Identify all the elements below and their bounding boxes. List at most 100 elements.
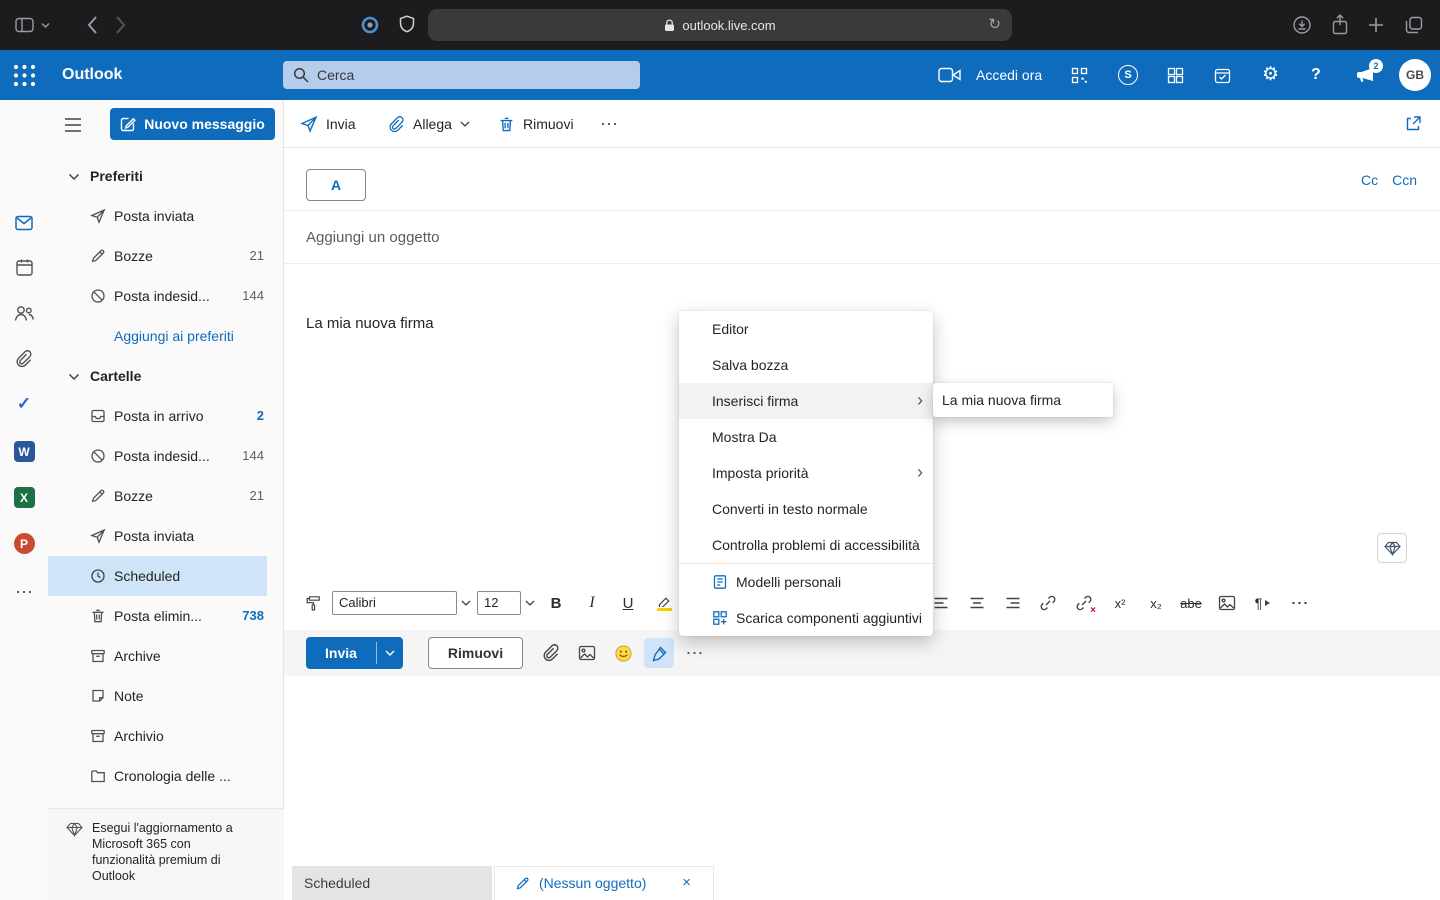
subject-row[interactable]: Aggiungi un oggetto <box>284 211 1440 264</box>
favorite-bozze[interactable]: Bozze 21 <box>48 236 284 276</box>
discard-button[interactable]: Rimuovi <box>498 100 574 148</box>
align-right-icon[interactable] <box>1001 585 1025 621</box>
discard-bottom-button[interactable]: Rimuovi <box>428 637 523 669</box>
send-split-button[interactable]: Invia <box>306 637 403 669</box>
excel-icon[interactable]: X <box>0 487 48 508</box>
attach-file-icon[interactable] <box>537 630 565 676</box>
bcc-button[interactable]: Ccn <box>1392 172 1417 188</box>
favorite-posta-indesiderata[interactable]: Posta indesid... 144 <box>48 276 284 316</box>
menu-item-modelli-personali[interactable]: Modelli personali <box>679 564 933 600</box>
more-commands-icon[interactable]: ⋯ <box>600 100 619 148</box>
favorite-posta-inviata[interactable]: Posta inviata <box>48 196 284 236</box>
menu-item-imposta-priorita[interactable]: Imposta priorità › <box>679 455 933 491</box>
format-painter-icon[interactable] <box>301 585 325 621</box>
font-name-select[interactable]: Calibri <box>332 591 457 615</box>
upgrade-banner[interactable]: Esegui l'aggiornamento a Microsoft 365 c… <box>48 808 284 900</box>
align-center-icon[interactable] <box>965 585 989 621</box>
insert-image-icon[interactable] <box>1215 585 1239 621</box>
send-button[interactable]: Invia <box>300 100 356 148</box>
folder-cronologia[interactable]: Cronologia delle ... <box>48 756 284 796</box>
submenu-item-la-mia-nuova-firma[interactable]: La mia nuova firma <box>933 383 1113 417</box>
group-cartelle[interactable]: Cartelle <box>48 356 284 396</box>
bold-button[interactable]: B <box>544 585 568 621</box>
address-bar[interactable]: outlook.live.com ↻ <box>428 9 1012 41</box>
superscript-button[interactable]: x² <box>1108 585 1132 621</box>
premium-gem-button[interactable] <box>1377 533 1407 563</box>
folder-archivio[interactable]: Archivio <box>48 716 284 756</box>
todo-icon[interactable]: ✓ <box>0 394 48 414</box>
attachments-icon[interactable] <box>0 350 48 368</box>
menu-item-converti-testo-normale[interactable]: Converti in testo normale <box>679 491 933 527</box>
recipients-row[interactable]: A Cc Ccn <box>284 148 1440 211</box>
close-tab-icon[interactable]: × <box>682 867 691 899</box>
menu-item-salva-bozza[interactable]: Salva bozza <box>679 347 933 383</box>
attach-button[interactable]: Allega <box>388 100 470 148</box>
menu-item-inserisci-firma[interactable]: Inserisci firma › <box>679 383 933 419</box>
reload-icon[interactable]: ↻ <box>988 9 1001 41</box>
to-button[interactable]: A <box>306 169 366 201</box>
remove-link-icon[interactable]: × <box>1072 585 1096 621</box>
insert-picture-icon[interactable] <box>573 630 601 676</box>
meet-now-icon[interactable] <box>938 67 961 83</box>
mail-icon[interactable] <box>0 213 48 233</box>
send-options-chevron-icon[interactable] <box>377 637 403 669</box>
back-icon[interactable] <box>86 15 98 35</box>
help-icon[interactable]: ? <box>1311 50 1321 100</box>
tab-nessun-oggetto[interactable]: (Nessun oggetto) × <box>494 866 714 900</box>
sidebar-toggle-icon[interactable] <box>15 17 34 33</box>
menu-item-controlla-accessibilita[interactable]: Controlla problemi di accessibilità <box>679 527 933 563</box>
skype-icon[interactable]: S <box>1118 65 1138 85</box>
calendar-check-icon[interactable] <box>1214 67 1231 84</box>
powerpoint-icon[interactable]: P <box>0 533 48 554</box>
settings-gear-icon[interactable]: ⚙ <box>1262 50 1279 100</box>
font-name-chevron-icon[interactable] <box>461 600 471 606</box>
forward-icon[interactable] <box>115 15 127 35</box>
more-apps-icon[interactable]: ⋯ <box>0 583 48 601</box>
insert-link-icon[interactable] <box>1036 585 1060 621</box>
folder-posta-in-arrivo[interactable]: Posta in arrivo 2 <box>48 396 284 436</box>
send-row-more-icon[interactable]: ⋯ <box>681 630 709 676</box>
highlighter-icon[interactable] <box>652 585 676 621</box>
popout-icon[interactable] <box>1404 100 1422 148</box>
tab-overview-icon[interactable] <box>1405 16 1423 34</box>
strikethrough-button[interactable]: abe <box>1179 585 1203 621</box>
folder-posta-inviata[interactable]: Posta inviata <box>48 516 284 556</box>
folder-scheduled[interactable]: Scheduled <box>48 556 267 596</box>
search-input[interactable]: Cerca <box>283 61 640 89</box>
office-apps-icon[interactable] <box>1167 67 1184 84</box>
folder-note[interactable]: Note <box>48 676 284 716</box>
emoji-icon[interactable] <box>609 630 637 676</box>
sidebar-toggle-chevron-icon[interactable] <box>41 22 50 29</box>
italic-button[interactable]: I <box>580 585 604 621</box>
font-size-select[interactable]: 12 <box>477 591 521 615</box>
folder-bozze[interactable]: Bozze 21 <box>48 476 284 516</box>
cc-button[interactable]: Cc <box>1361 172 1378 188</box>
folder-posta-indesiderata[interactable]: Posta indesid... 144 <box>48 436 284 476</box>
app-launcher-icon[interactable] <box>12 63 37 88</box>
tab-scheduled[interactable]: Scheduled <box>292 866 492 900</box>
menu-item-mostra-da[interactable]: Mostra Da <box>679 419 933 455</box>
menu-item-scarica-componenti[interactable]: Scarica componenti aggiuntivi <box>679 600 933 636</box>
add-to-favorites-link[interactable]: Aggiungi ai preferiti <box>48 316 284 356</box>
calendar-icon[interactable] <box>0 258 48 277</box>
signin-button[interactable]: Accedi ora <box>976 50 1042 100</box>
font-size-chevron-icon[interactable] <box>525 600 535 606</box>
folder-posta-eliminata[interactable]: Posta elimin... 738 <box>48 596 284 636</box>
underline-button[interactable]: U <box>616 585 640 621</box>
share-icon[interactable] <box>1332 14 1348 35</box>
subscript-button[interactable]: x₂ <box>1144 585 1168 621</box>
privacy-badge-icon[interactable] <box>361 16 379 34</box>
text-direction-icon[interactable]: ¶ <box>1251 585 1275 621</box>
new-message-button[interactable]: Nuovo messaggio <box>110 108 275 140</box>
ink-pen-button[interactable] <box>644 638 674 668</box>
people-icon[interactable] <box>0 304 48 322</box>
group-preferiti[interactable]: Preferiti <box>48 156 284 196</box>
new-tab-icon[interactable] <box>1367 16 1385 34</box>
hamburger-menu-icon[interactable] <box>64 118 82 132</box>
avatar[interactable]: GB <box>1399 59 1431 91</box>
folder-archive[interactable]: Archive <box>48 636 284 676</box>
format-more-icon[interactable]: ⋯ <box>1288 585 1312 621</box>
qr-code-icon[interactable] <box>1071 67 1088 84</box>
menu-item-editor[interactable]: Editor <box>679 311 933 347</box>
word-icon[interactable]: W <box>0 441 48 462</box>
